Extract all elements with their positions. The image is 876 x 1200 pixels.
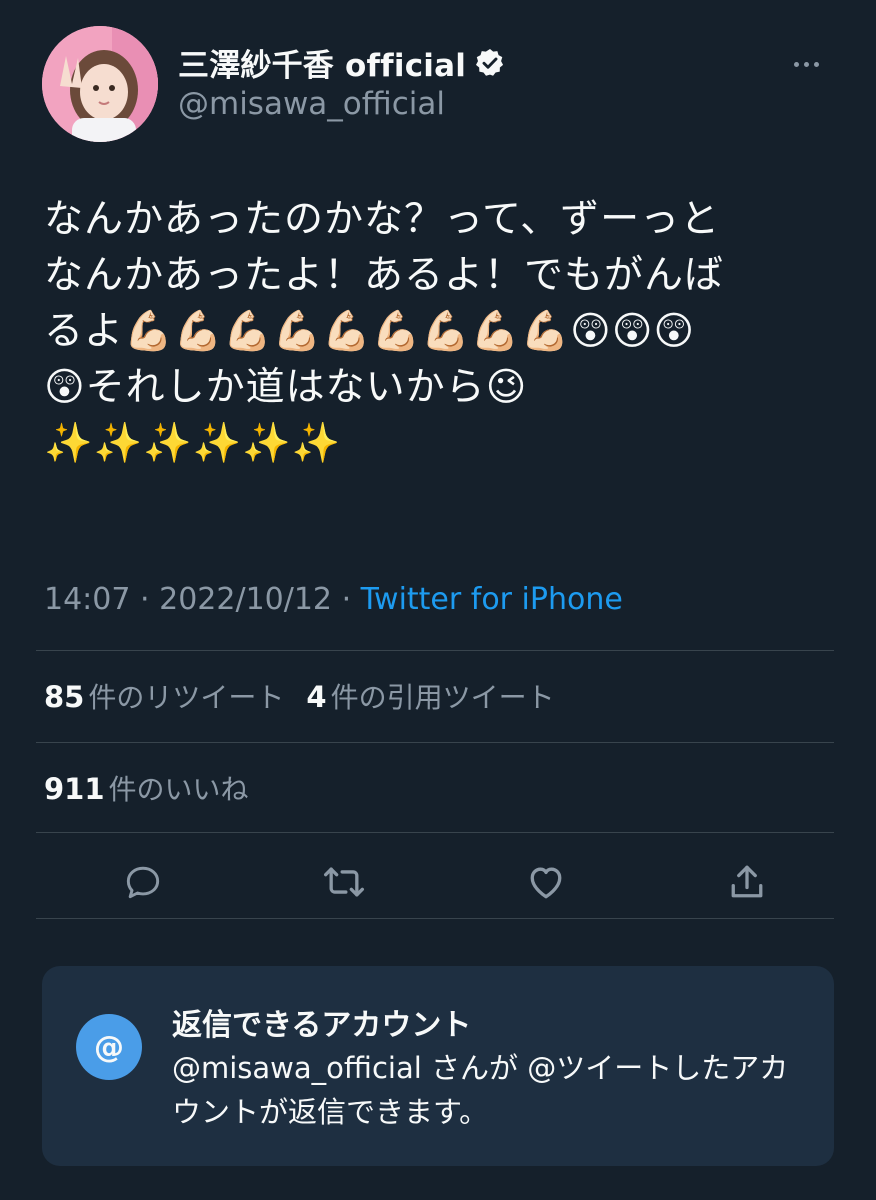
like-button[interactable] bbox=[503, 852, 589, 912]
more-options-icon[interactable] bbox=[794, 52, 828, 72]
tweet-header: 三澤紗千香 official @misawa_official bbox=[42, 26, 842, 144]
divider bbox=[36, 742, 834, 743]
heart-icon bbox=[530, 867, 562, 899]
divider bbox=[36, 918, 834, 919]
user-handle[interactable]: @misawa_official bbox=[178, 86, 445, 122]
reply-icon bbox=[126, 866, 160, 899]
meta-separator: · bbox=[341, 582, 352, 617]
tweet-actions bbox=[100, 852, 790, 912]
retweet-button[interactable] bbox=[301, 852, 387, 912]
verified-badge-icon bbox=[476, 48, 504, 76]
reply-restriction-card: @ 返信できるアカウント @misawa_official さんが @ツイートし… bbox=[42, 966, 834, 1166]
display-name[interactable]: 三澤紗千香 official bbox=[178, 40, 466, 85]
tweet-date[interactable]: 2022/10/12 bbox=[159, 582, 332, 617]
retweets-count: 85 bbox=[44, 680, 85, 714]
card-body: @misawa_official さんが @ツイートしたアカウントが返信できます… bbox=[172, 1051, 789, 1129]
retweet-icon bbox=[324, 867, 365, 897]
divider bbox=[36, 650, 834, 651]
retweet-stats-row: 85 件のリツイート 4 件の引用ツイート bbox=[44, 676, 555, 716]
tweet-meta: 14:07 · 2022/10/12 · Twitter for iPhone bbox=[44, 582, 623, 617]
at-icon: @ bbox=[76, 1014, 142, 1080]
quotes-stat[interactable]: 4 件の引用ツイート bbox=[306, 676, 554, 716]
share-button[interactable] bbox=[704, 852, 790, 912]
reply-button[interactable] bbox=[100, 852, 186, 912]
retweets-label: 件のリツイート bbox=[88, 681, 285, 714]
tweet-text: なんかあったのかな？って、ずーっと なんかあったよ！あるよ！でもがんば るよ💪🏻… bbox=[44, 197, 725, 466]
meta-separator: · bbox=[140, 582, 150, 617]
name-row: 三澤紗千香 official bbox=[178, 40, 506, 85]
likes-count: 911 bbox=[44, 772, 105, 806]
quotes-label: 件の引用ツイート bbox=[330, 681, 555, 714]
tweet-source-link[interactable]: Twitter for iPhone bbox=[361, 582, 623, 617]
likes-stats-row: 911 件のいいね bbox=[44, 768, 249, 808]
tweet-time: 14:07 bbox=[44, 582, 131, 617]
share-icon bbox=[731, 865, 763, 898]
quotes-count: 4 bbox=[306, 680, 327, 714]
likes-label: 件のいいね bbox=[108, 773, 249, 806]
retweets-stat[interactable]: 85 件のリツイート bbox=[44, 676, 284, 716]
likes-stat[interactable]: 911 件のいいね bbox=[44, 768, 249, 808]
avatar[interactable] bbox=[42, 26, 158, 142]
divider bbox=[36, 832, 834, 833]
card-title: 返信できるアカウント bbox=[172, 1008, 472, 1043]
